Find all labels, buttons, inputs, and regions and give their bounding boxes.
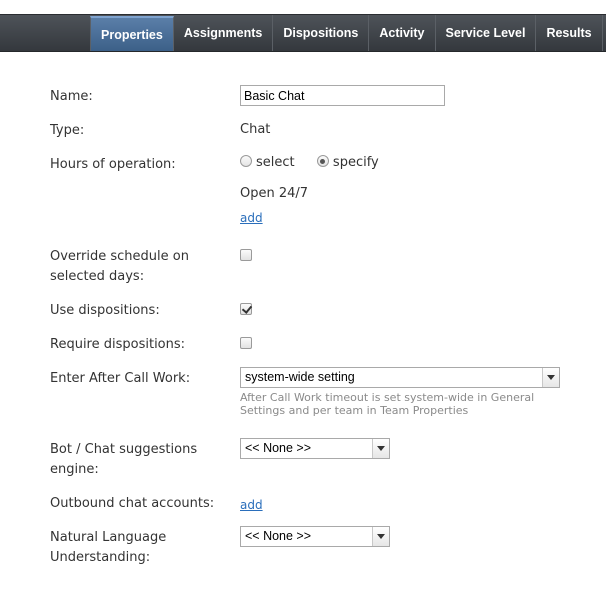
schedule-value: Open 24/7 bbox=[240, 186, 309, 201]
tab-results[interactable]: Results bbox=[536, 15, 603, 51]
hours-label: Hours of operation: bbox=[50, 157, 176, 172]
bot-label: Bot / Chat suggestions engine: bbox=[50, 440, 230, 480]
override-label-line1: Override schedule on bbox=[50, 249, 189, 264]
radio-specify[interactable]: specify bbox=[316, 155, 379, 170]
nlu-label-line1: Natural Language bbox=[50, 530, 167, 545]
chevron-down-icon[interactable] bbox=[372, 439, 389, 458]
bot-label-line2: engine: bbox=[50, 462, 99, 477]
override-label: Override schedule on selected days: bbox=[50, 247, 230, 287]
acw-label: Enter After Call Work: bbox=[50, 371, 191, 386]
bot-select[interactable]: << None >> bbox=[240, 438, 390, 459]
tab-bar: Properties Assignments Dispositions Acti… bbox=[0, 14, 606, 52]
type-label: Type: bbox=[50, 123, 85, 138]
tab-activity[interactable]: Activity bbox=[369, 15, 436, 51]
bot-select-value: << None >> bbox=[245, 441, 312, 455]
override-label-line2: selected days: bbox=[50, 269, 145, 284]
nlu-select[interactable]: << None >> bbox=[240, 526, 390, 547]
radio-specify-label: specify bbox=[332, 155, 379, 170]
radio-select[interactable]: select bbox=[240, 155, 299, 170]
tab-service-level[interactable]: Service Level bbox=[436, 15, 537, 51]
acw-help-line2: Settings and per team in Team Properties bbox=[240, 404, 469, 417]
acw-select-value: system-wide setting bbox=[245, 370, 355, 384]
outbound-add-link-text[interactable]: add bbox=[240, 498, 263, 512]
radio-specify-icon[interactable] bbox=[316, 155, 329, 167]
radio-select-icon[interactable] bbox=[240, 155, 252, 167]
acw-select[interactable]: system-wide setting bbox=[240, 367, 560, 388]
acw-help-text: After Call Work timeout is set system-wi… bbox=[240, 391, 540, 417]
tab-dispositions[interactable]: Dispositions bbox=[273, 15, 370, 51]
nlu-select-value: << None >> bbox=[245, 529, 312, 543]
require-dispositions-checkbox[interactable] bbox=[240, 337, 252, 349]
name-label: Name: bbox=[50, 89, 93, 104]
tab-assignments[interactable]: Assignments bbox=[174, 15, 274, 51]
type-value: Chat bbox=[240, 122, 271, 137]
outbound-add-link[interactable]: add bbox=[240, 495, 263, 516]
tab-properties[interactable]: Properties bbox=[90, 16, 174, 51]
use-dispositions-label: Use dispositions: bbox=[50, 303, 160, 318]
hours-add-link-text[interactable]: add bbox=[240, 211, 263, 225]
tab-list: Properties Assignments Dispositions Acti… bbox=[90, 15, 603, 53]
hours-options: select specify bbox=[240, 153, 379, 173]
acw-help-line1: After Call Work timeout is set system-wi… bbox=[240, 391, 535, 404]
bot-label-line1: Bot / Chat suggestions bbox=[50, 442, 198, 457]
outbound-label: Outbound chat accounts: bbox=[50, 496, 215, 511]
override-checkbox[interactable] bbox=[240, 249, 252, 261]
hours-add-link[interactable]: add bbox=[240, 208, 263, 229]
require-dispositions-label: Require dispositions: bbox=[50, 337, 186, 352]
name-input[interactable] bbox=[240, 85, 445, 106]
nlu-label-line2: Understanding: bbox=[50, 550, 151, 565]
radio-select-label: select bbox=[256, 155, 295, 170]
nlu-label: Natural Language Understanding: bbox=[50, 528, 230, 568]
chevron-down-icon[interactable] bbox=[372, 527, 389, 546]
chevron-down-icon[interactable] bbox=[542, 368, 559, 387]
use-dispositions-checkbox[interactable] bbox=[240, 303, 252, 315]
